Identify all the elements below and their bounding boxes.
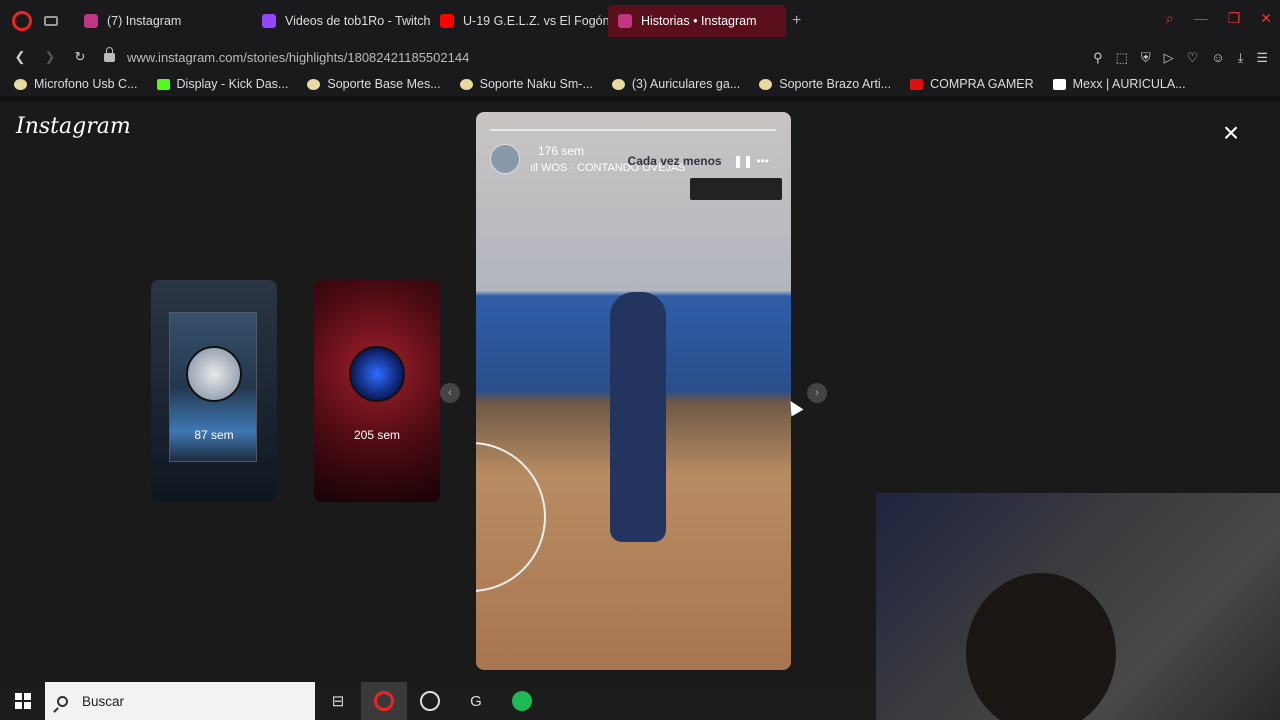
music-sticker[interactable] xyxy=(690,178,782,200)
story-avatar xyxy=(349,346,405,402)
obs-taskbar-icon[interactable] xyxy=(407,682,453,720)
prev-story-icon[interactable]: ‹ xyxy=(440,383,460,403)
bookmark-item[interactable]: Soporte Base Mes... xyxy=(307,77,441,91)
address-tools: ⚲ ⬚ ⛨ ▷ ♡ ☺ ⤓ ☰ xyxy=(1093,50,1268,66)
shield-icon[interactable]: ⛨ xyxy=(1141,50,1151,66)
new-tab-button[interactable]: + xyxy=(792,12,801,30)
spotify-taskbar-icon[interactable] xyxy=(499,682,545,720)
bookmark-label: (3) Auriculares ga... xyxy=(631,77,741,91)
bookmark-item[interactable]: Display - Kick Das... xyxy=(156,77,289,91)
windows-taskbar: Buscar ⊟ G xyxy=(0,682,876,720)
task-view-icon[interactable]: ⊟ xyxy=(315,682,361,720)
workspaces-icon[interactable] xyxy=(44,16,58,26)
story-photo-player xyxy=(610,292,666,542)
active-story[interactable]: 176 sem ıll WOS · CONTANDO OVEJAS Cada v… xyxy=(476,112,791,670)
mercadolibre-icon xyxy=(611,78,625,90)
tab-twitch[interactable]: Videos de tob1Ro - Twitch xyxy=(252,5,430,37)
menu-icon[interactable]: ☰ xyxy=(1256,50,1268,66)
instagram-logo[interactable]: Instagram xyxy=(16,114,131,139)
next-story-icon[interactable]: › xyxy=(807,383,827,403)
opera-logo-icon[interactable] xyxy=(12,11,32,31)
instagram-icon xyxy=(84,14,98,28)
browser-tab-bar: (7) Instagram Videos de tob1Ro - Twitch … xyxy=(0,0,1280,42)
taskbar-search-input[interactable]: Buscar xyxy=(45,682,315,720)
tab-label: Videos de tob1Ro - Twitch xyxy=(285,14,430,28)
music-bars-icon: ıll xyxy=(530,162,541,174)
reload-icon[interactable]: ↻ xyxy=(70,49,90,65)
instagram-icon xyxy=(618,14,632,28)
lock-icon xyxy=(104,46,115,62)
story-author-avatar[interactable] xyxy=(490,144,520,174)
story-avatar xyxy=(186,346,242,402)
bookmark-label: Soporte Brazo Arti... xyxy=(779,77,892,91)
story-age-label: 87 sem xyxy=(194,428,234,442)
story-overlay-text: Cada vez menos xyxy=(627,154,722,168)
bookmark-label: Mexx | AURICULA... xyxy=(1072,77,1186,91)
pause-icon[interactable]: ❚❚ xyxy=(733,154,753,168)
bookmark-label: Microfono Usb C... xyxy=(34,77,138,91)
url-field[interactable]: www.instagram.com/stories/highlights/180… xyxy=(127,50,469,65)
forward-icon[interactable]: ❯ xyxy=(40,49,60,65)
bookmark-item[interactable]: (3) Auriculares ga... xyxy=(611,77,741,91)
story-age-label: 205 sem xyxy=(353,428,401,442)
tab-label: Historias • Instagram xyxy=(641,14,757,28)
tab-instagram-stories[interactable]: Historias • Instagram xyxy=(608,5,786,37)
bookmark-item[interactable]: Soporte Brazo Arti... xyxy=(759,77,891,91)
bookmark-label: Soporte Naku Sm-... xyxy=(479,77,593,91)
story-progress-bar xyxy=(490,129,776,131)
search-icon xyxy=(57,695,68,707)
court-line xyxy=(476,442,546,592)
mercadolibre-icon xyxy=(759,78,773,90)
story-preview-card[interactable]: 87 sem xyxy=(151,280,277,502)
webcam-person xyxy=(966,573,1116,720)
tab-instagram[interactable]: (7) Instagram xyxy=(74,5,252,37)
bookmark-label: COMPRA GAMER xyxy=(930,77,1034,91)
twitch-icon xyxy=(262,14,276,28)
heart-icon[interactable]: ♡ xyxy=(1187,50,1199,66)
download-icon[interactable]: ⤓ xyxy=(1238,50,1244,66)
youtube-icon xyxy=(440,14,454,28)
bookmark-label: Soporte Base Mes... xyxy=(327,77,441,91)
profile-icon[interactable]: ☺ xyxy=(1211,50,1224,66)
play-icon[interactable]: ▷ xyxy=(1164,50,1174,66)
pin-icon[interactable]: ⚲ xyxy=(1093,50,1103,66)
webcam-overlay xyxy=(876,493,1280,720)
screen: (7) Instagram Videos de tob1Ro - Twitch … xyxy=(0,0,1280,720)
bookmarks-bar: Microfono Usb C... Display - Kick Das...… xyxy=(0,72,1280,96)
window-controls: ⌕ — ❐ ✕ xyxy=(1166,10,1272,27)
more-options-icon[interactable]: ••• xyxy=(756,154,769,168)
bookmark-item[interactable]: COMPRA GAMER xyxy=(910,77,1034,91)
search-placeholder: Buscar xyxy=(82,693,125,709)
opera-taskbar-icon[interactable] xyxy=(361,682,407,720)
maximize-icon[interactable]: ❐ xyxy=(1228,10,1241,27)
story-time: 176 sem xyxy=(538,144,585,158)
logitech-taskbar-icon[interactable]: G xyxy=(453,682,499,720)
windows-start-icon[interactable] xyxy=(15,693,31,709)
snapshot-icon[interactable]: ⬚ xyxy=(1116,50,1128,66)
mercadolibre-icon xyxy=(14,78,27,90)
compragamer-icon xyxy=(910,78,924,90)
bookmark-item[interactable]: Microfono Usb C... xyxy=(14,77,138,91)
mercadolibre-icon xyxy=(459,78,473,90)
minimize-icon[interactable]: — xyxy=(1194,10,1208,27)
tab-label: (7) Instagram xyxy=(107,14,182,28)
bookmark-item[interactable]: Soporte Naku Sm-... xyxy=(459,77,593,91)
back-icon[interactable]: ❮ xyxy=(10,49,30,65)
close-story-button[interactable]: × xyxy=(1218,119,1244,147)
bookmark-item[interactable]: Mexx | AURICULA... xyxy=(1052,77,1186,91)
search-icon[interactable]: ⌕ xyxy=(1166,10,1174,27)
story-controls: Cada vez menos ❚❚ ••• xyxy=(628,154,769,168)
bookmark-label: Display - Kick Das... xyxy=(176,77,289,91)
mercadolibre-icon xyxy=(307,78,321,90)
kick-icon xyxy=(156,78,170,90)
tab-label: U-19 G.E.L.Z. vs El Fogón xyxy=(463,14,608,28)
mexx-icon xyxy=(1052,78,1066,90)
address-bar: ❮ ❯ ↻ www.instagram.com/stories/highligh… xyxy=(0,42,1280,72)
tab-youtube[interactable]: U-19 G.E.L.Z. vs El Fogón xyxy=(430,5,608,37)
story-preview-card[interactable]: 205 sem xyxy=(314,280,440,502)
close-window-icon[interactable]: ✕ xyxy=(1260,10,1272,27)
